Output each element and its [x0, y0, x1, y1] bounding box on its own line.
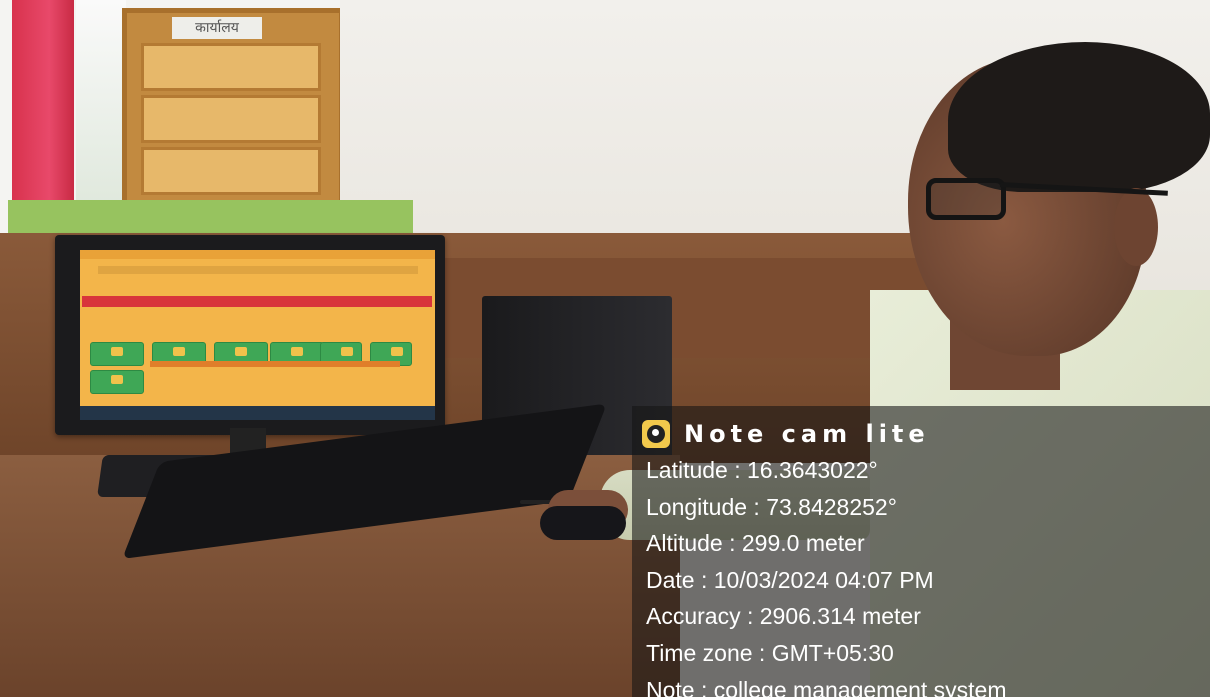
- red-pillar: [12, 0, 74, 205]
- app-name: Note cam lite: [684, 420, 930, 448]
- camera-icon: [642, 420, 670, 448]
- cabinet-shelf: [141, 43, 321, 91]
- timezone-text: Time zone : GMT+05:30: [646, 639, 894, 666]
- wooden-cabinet: कार्यालय: [122, 8, 344, 230]
- photo: कार्यालय Note cam lite Latitude: 16.364…: [0, 0, 1210, 697]
- monitor-screen: [80, 250, 435, 420]
- screen-progress-strip: [150, 361, 400, 367]
- screen-nav-bar: [82, 296, 432, 307]
- screen-header: [98, 266, 418, 274]
- window: [76, 0, 126, 210]
- office-sign: कार्यालय: [172, 17, 262, 39]
- computer-mouse: [540, 506, 626, 540]
- accuracy-text: Accuracy : 2906.314 meter: [646, 603, 921, 630]
- geotag-overlay: Note cam lite Latitude : 16.3643022° Lon…: [632, 406, 1210, 697]
- cabinet-shelf: [141, 147, 321, 195]
- cabinet-shelf: [141, 95, 321, 143]
- browser-bar: [80, 250, 435, 259]
- longitude-text: Longitude : 73.8428252°: [646, 493, 897, 520]
- latitude-text: Latitude : 16.3643022°: [646, 457, 878, 483]
- eyeglasses: [926, 178, 1006, 220]
- dashboard-tile: [90, 342, 144, 366]
- note-text: Note : college management system: [646, 676, 1007, 697]
- altitude-text: Altitude : 299.0 meter: [646, 530, 865, 557]
- screen-taskbar: [80, 406, 435, 420]
- green-partition-top: [8, 200, 413, 234]
- person-hair: [948, 42, 1210, 192]
- app-brand: Note cam lite: [642, 414, 930, 454]
- date-text: Date : 10/03/2024 04:07 PM: [646, 566, 934, 593]
- dashboard-tile: [90, 370, 144, 394]
- geotag-details: Latitude : 16.3643022° Longitude : 73.84…: [646, 452, 1007, 697]
- person-ear: [1114, 188, 1158, 266]
